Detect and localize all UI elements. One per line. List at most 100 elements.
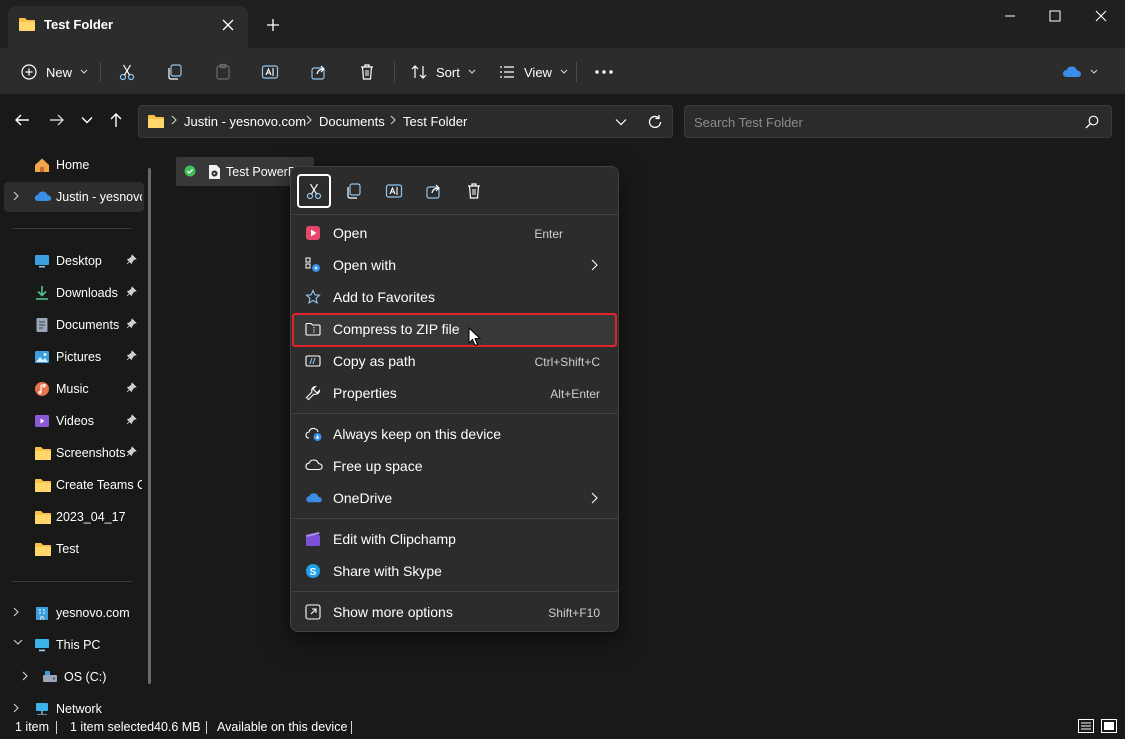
breadcrumb-justin[interactable]: Justin - yesnovo.com [184, 114, 306, 129]
sidebar-item-label: Home [56, 158, 90, 172]
new-tab-icon[interactable] [262, 14, 284, 36]
more-icon [594, 69, 614, 75]
sort-label: Sort [436, 64, 460, 80]
sidebar-item-videos[interactable]: Videos [4, 406, 144, 436]
breadcrumb-test-folder[interactable]: Test Folder [403, 114, 467, 129]
menu-item-onedrive[interactable]: OneDrive [295, 483, 614, 513]
arrow-right-icon [49, 113, 65, 127]
search-box[interactable]: Search Test Folder [684, 105, 1112, 138]
sort-button[interactable]: Sort [404, 57, 482, 87]
sidebar-item-music[interactable]: Music [4, 374, 144, 404]
sidebar-item-justin-onedrive[interactable]: Justin - yesnovo [4, 182, 144, 212]
sidebar-item-yesnovo[interactable]: yesnovo.com [4, 598, 144, 628]
menu-item-copy-as-path[interactable]: Copy as path Ctrl+Shift+C [295, 346, 614, 376]
back-button[interactable] [8, 106, 36, 134]
forward-button[interactable] [43, 106, 71, 134]
menu-item-free-up-space[interactable]: Free up space [295, 451, 614, 481]
chevron-right-icon[interactable] [13, 607, 19, 617]
search-input[interactable]: Search Test Folder [694, 115, 803, 130]
copy-button[interactable] [160, 57, 190, 87]
menu-item-skype[interactable]: S Share with Skype [295, 556, 614, 586]
pin-icon[interactable] [126, 254, 137, 265]
maximize-button[interactable] [1032, 0, 1078, 32]
document-icon [34, 317, 50, 333]
sidebar-item-os-c[interactable]: OS (C:) [4, 662, 144, 692]
close-window-button[interactable] [1078, 0, 1124, 32]
context-share-button[interactable] [417, 174, 451, 208]
menu-item-label: Free up space [333, 458, 423, 474]
skype-icon: S [305, 563, 321, 579]
folder-icon [34, 477, 51, 493]
sidebar-item-test[interactable]: Test [4, 534, 144, 564]
new-button[interactable]: New [14, 57, 94, 87]
sidebar-item-this-pc[interactable]: This PC [4, 630, 144, 660]
menu-item-label: Show more options [333, 604, 453, 620]
onedrive-status-button[interactable] [1056, 57, 1104, 87]
details-view-icon[interactable] [1078, 719, 1094, 733]
menu-item-clipchamp[interactable]: Edit with Clipchamp [295, 524, 614, 554]
sidebar-item-network[interactable]: Network [4, 694, 144, 715]
context-delete-button[interactable] [457, 174, 491, 208]
sidebar-item-create-teams[interactable]: Create Teams Cl [4, 470, 144, 500]
menu-item-compress-zip[interactable]: Compress to ZIP file [295, 314, 614, 344]
view-button[interactable]: View [492, 57, 574, 87]
pin-icon[interactable] [126, 318, 137, 329]
paste-button[interactable] [208, 57, 238, 87]
pin-icon[interactable] [126, 286, 137, 297]
status-bar: 1 item 1 item selected 40.6 MB Available… [0, 715, 1125, 739]
recent-locations-button[interactable] [73, 106, 101, 134]
sidebar-item-desktop[interactable]: Desktop [4, 246, 144, 276]
share-button[interactable] [304, 57, 334, 87]
sidebar-item-home[interactable]: Home [4, 150, 144, 180]
context-copy-button[interactable] [337, 174, 371, 208]
large-icons-view-icon[interactable] [1101, 719, 1117, 733]
more-options-button[interactable] [588, 57, 620, 87]
up-button[interactable] [102, 106, 130, 134]
sidebar-item-screenshots[interactable]: Screenshots [4, 438, 144, 468]
selected-count: 1 item selected [70, 720, 155, 734]
sidebar-scrollbar[interactable] [148, 168, 151, 684]
menu-item-shortcut: Alt+Enter [550, 387, 600, 401]
copy-icon [166, 63, 184, 81]
delete-button[interactable] [352, 57, 382, 87]
sidebar-item-pictures[interactable]: Pictures [4, 342, 144, 372]
menu-item-properties[interactable]: Properties Alt+Enter [295, 378, 614, 408]
chevron-right-icon[interactable] [13, 191, 19, 201]
address-bar[interactable]: Justin - yesnovo.com Documents Test Fold… [138, 105, 673, 138]
download-icon [34, 285, 50, 301]
folder-icon [34, 445, 51, 461]
pin-icon[interactable] [126, 350, 137, 361]
menu-item-show-more-options[interactable]: Show more options Shift+F10 [295, 597, 614, 627]
menu-item-label: Edit with Clipchamp [333, 531, 456, 547]
pin-icon[interactable] [126, 414, 137, 425]
sidebar-item-downloads[interactable]: Downloads [4, 278, 144, 308]
scissors-icon [305, 182, 323, 200]
rename-button[interactable] [255, 57, 285, 87]
pin-icon[interactable] [126, 382, 137, 393]
folder-icon [34, 541, 51, 557]
menu-divider [291, 591, 618, 592]
menu-item-add-to-favorites[interactable]: Add to Favorites [295, 282, 614, 312]
menu-item-shortcut: Shift+F10 [548, 606, 600, 620]
refresh-icon[interactable] [647, 114, 663, 130]
pin-icon[interactable] [126, 446, 137, 457]
address-history-chevron-icon[interactable] [615, 118, 627, 126]
chevron-right-icon[interactable] [13, 703, 19, 713]
chevron-down-icon[interactable] [13, 639, 23, 645]
menu-item-open-with[interactable]: Open with [295, 250, 614, 280]
context-cut-button[interactable] [297, 174, 331, 208]
sidebar-item-2023-04-17[interactable]: 2023_04_17 [4, 502, 144, 532]
minimize-button[interactable] [987, 0, 1033, 32]
onedrive-icon [1062, 65, 1082, 79]
cut-button[interactable] [112, 57, 142, 87]
menu-item-always-keep[interactable]: Always keep on this device [295, 419, 614, 449]
menu-item-open[interactable]: Open Enter [295, 218, 614, 248]
sidebar-item-documents[interactable]: Documents [4, 310, 144, 340]
close-tab-icon[interactable] [218, 15, 238, 35]
toolbar-divider [576, 62, 577, 82]
chevron-right-icon [591, 492, 598, 504]
context-rename-button[interactable] [377, 174, 411, 208]
breadcrumb-documents[interactable]: Documents [319, 114, 385, 129]
tab-test-folder[interactable]: Test Folder [8, 6, 248, 48]
chevron-right-icon[interactable] [22, 671, 28, 681]
